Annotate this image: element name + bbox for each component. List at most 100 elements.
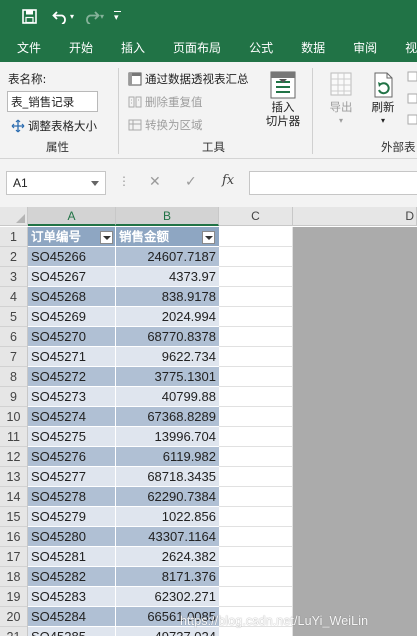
cell-order-id[interactable]: SO45283 [28, 587, 116, 607]
tab-insert[interactable]: 插入 [107, 39, 159, 56]
row-header[interactable]: 16 [0, 527, 28, 547]
row-header[interactable]: 15 [0, 507, 28, 527]
cell-order-id[interactable]: SO45270 [28, 327, 116, 347]
row-header[interactable]: 6 [0, 327, 28, 347]
row-header[interactable]: 3 [0, 267, 28, 287]
column-header-d[interactable]: D [293, 207, 417, 226]
tab-data[interactable]: 数据 [287, 39, 339, 56]
row-header[interactable]: 7 [0, 347, 28, 367]
cell-order-id[interactable]: SO45276 [28, 447, 116, 467]
row-header[interactable]: 14 [0, 487, 28, 507]
row-header[interactable]: 18 [0, 567, 28, 587]
resize-table-button[interactable]: 调整表格大小 [11, 118, 97, 134]
cell-order-id[interactable]: SO45282 [28, 567, 116, 587]
cell-sales-amount[interactable]: 9622.734 [116, 347, 219, 367]
cell-order-id[interactable]: SO45272 [28, 367, 116, 387]
cell-order-id[interactable]: SO45268 [28, 287, 116, 307]
table-name-input[interactable]: 表_销售记录 [7, 91, 98, 112]
properties-side-icon[interactable] [406, 70, 417, 130]
row-header[interactable]: 20 [0, 607, 28, 627]
row-header[interactable]: 13 [0, 467, 28, 487]
row-header[interactable]: 9 [0, 387, 28, 407]
redo-dropdown-icon[interactable]: ▾ [100, 12, 104, 21]
cell-sales-amount[interactable]: 62302.271 [116, 587, 219, 607]
cell-sales-amount[interactable]: 2024.994 [116, 307, 219, 327]
confirm-entry-button[interactable]: ✓ [185, 173, 197, 190]
formula-bar-grip-icon[interactable]: ⋮ [118, 174, 130, 188]
row-header[interactable]: 2 [0, 247, 28, 267]
row-header[interactable]: 1 [0, 227, 28, 247]
row-header[interactable]: 4 [0, 287, 28, 307]
filter-dropdown-icon[interactable] [100, 231, 113, 244]
summarize-pivot-button[interactable]: 通过数据透视表汇总 [128, 71, 249, 87]
insert-slicer-button[interactable]: 插入 切片器 [262, 70, 304, 128]
select-all-corner[interactable] [0, 207, 28, 226]
insert-function-button[interactable]: fx [222, 173, 234, 188]
row-header[interactable]: 8 [0, 367, 28, 387]
cell-sales-amount[interactable]: 43307.1164 [116, 527, 219, 547]
row-header[interactable]: 11 [0, 427, 28, 447]
table-header-order-id[interactable]: 订单编号 [28, 227, 116, 247]
cell-order-id[interactable]: SO45285 [28, 627, 116, 636]
tab-home[interactable]: 开始 [55, 39, 107, 56]
convert-to-range-button[interactable]: 转换为区域 [128, 117, 203, 133]
cell-sales-amount[interactable]: 62290.7384 [116, 487, 219, 507]
cell-sales-amount[interactable]: 67368.8289 [116, 407, 219, 427]
cell-order-id[interactable]: SO45279 [28, 507, 116, 527]
cell-sales-amount[interactable]: 4373.97 [116, 267, 219, 287]
column-header-a[interactable]: A [28, 207, 116, 226]
cell-order-id[interactable]: SO45280 [28, 527, 116, 547]
cell-order-id[interactable]: SO45266 [28, 247, 116, 267]
cell-order-id[interactable]: SO45277 [28, 467, 116, 487]
worksheet-grid[interactable]: A B C D 1 订单编号 销售金额 2 SO45266 24607.7187 3 SO45… [0, 207, 417, 636]
row-header[interactable]: 21 [0, 627, 28, 636]
undo-icon[interactable] [50, 6, 72, 28]
cell-order-id[interactable]: SO45274 [28, 407, 116, 427]
formula-input[interactable] [249, 171, 417, 195]
refresh-button[interactable]: 刷新 ▾ [366, 70, 400, 128]
tab-view[interactable]: 视 [391, 39, 417, 56]
chevron-down-icon[interactable] [91, 181, 99, 186]
save-icon[interactable] [18, 6, 40, 28]
cell-sales-amount[interactable]: 68718.3435 [116, 467, 219, 487]
redo-icon[interactable] [80, 6, 102, 28]
tab-page-layout[interactable]: 页面布局 [159, 39, 235, 56]
cancel-entry-button[interactable]: ✕ [149, 173, 161, 190]
cell-order-id[interactable]: SO45273 [28, 387, 116, 407]
row-header[interactable]: 10 [0, 407, 28, 427]
cell-sales-amount[interactable]: 68770.8378 [116, 327, 219, 347]
cell-sales-amount[interactable]: 6119.982 [116, 447, 219, 467]
column-header-b[interactable]: B [116, 207, 219, 226]
cell-order-id[interactable]: SO45281 [28, 547, 116, 567]
cell-order-id[interactable]: SO45269 [28, 307, 116, 327]
cell-sales-amount[interactable]: 838.9178 [116, 287, 219, 307]
column-header-c[interactable]: C [219, 207, 293, 226]
tab-file[interactable]: 文件 [0, 39, 55, 56]
cell-sales-amount[interactable]: 1022.856 [116, 507, 219, 527]
cell-order-id[interactable]: SO45278 [28, 487, 116, 507]
row-header[interactable]: 5 [0, 307, 28, 327]
cell-sales-amount[interactable]: 49737.024 [116, 627, 219, 636]
customize-toolbar-icon[interactable]: ▾ [114, 11, 122, 22]
cell-sales-amount[interactable]: 24607.7187 [116, 247, 219, 267]
row-header[interactable]: 17 [0, 547, 28, 567]
cell-sales-amount[interactable]: 40799.88 [116, 387, 219, 407]
tab-formulas[interactable]: 公式 [235, 39, 287, 56]
undo-dropdown-icon[interactable]: ▾ [70, 12, 74, 21]
cell-order-id[interactable]: SO45267 [28, 267, 116, 287]
export-button[interactable]: 导出 ▾ [325, 70, 357, 128]
row-header[interactable]: 12 [0, 447, 28, 467]
remove-duplicates-button[interactable]: 删除重复值 [128, 94, 203, 110]
cell-sales-amount[interactable]: 3775.1301 [116, 367, 219, 387]
cell-order-id[interactable]: SO45271 [28, 347, 116, 367]
cell-sales-amount[interactable]: 8171.376 [116, 567, 219, 587]
tab-review[interactable]: 审阅 [339, 39, 391, 56]
filter-dropdown-icon[interactable] [202, 231, 215, 244]
cell-sales-amount[interactable]: 13996.704 [116, 427, 219, 447]
cell-sales-amount[interactable]: 2624.382 [116, 547, 219, 567]
table-header-sales-amount[interactable]: 销售金额 [116, 227, 219, 247]
cell-order-id[interactable]: SO45284 [28, 607, 116, 627]
row-header[interactable]: 19 [0, 587, 28, 607]
name-box[interactable]: A1 [6, 171, 106, 195]
cell-order-id[interactable]: SO45275 [28, 427, 116, 447]
